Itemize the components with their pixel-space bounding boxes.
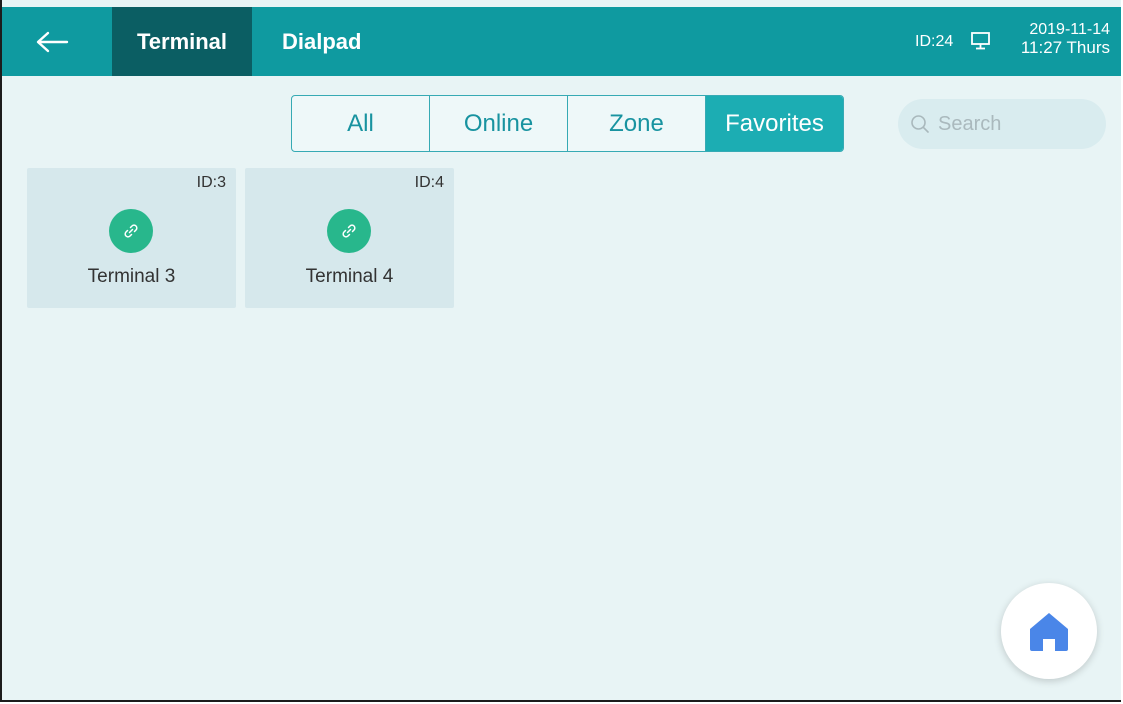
tab-dialpad[interactable]: Dialpad (262, 7, 377, 76)
search-input[interactable] (936, 111, 1100, 137)
device-id-label: ID:24 (915, 33, 954, 50)
monitor-icon (971, 32, 990, 50)
search-icon (911, 115, 929, 133)
tab-terminal[interactable]: Terminal (112, 7, 252, 76)
terminal-card[interactable]: ID:4 Terminal 4 (245, 168, 454, 308)
date-label: 2019-11-14 (1029, 21, 1110, 38)
link-icon (327, 209, 371, 253)
terminal-card[interactable]: ID:3 Terminal 3 (27, 168, 236, 308)
app-screen: Terminal Dialpad ID:24 2019-11-14 11:27 … (0, 0, 1121, 702)
filter-all[interactable]: All (292, 96, 430, 151)
home-button[interactable] (1001, 583, 1097, 679)
filter-segmented-control: All Online Zone Favorites (291, 95, 844, 152)
filter-favorites[interactable]: Favorites (706, 96, 843, 151)
date-time: 2019-11-14 11:27 Thurs (1000, 21, 1110, 57)
search-box[interactable] (898, 99, 1106, 149)
filter-online[interactable]: Online (430, 96, 568, 151)
time-label: 11:27 Thurs (1020, 38, 1110, 57)
terminal-id: ID:3 (196, 174, 226, 191)
terminal-name: Terminal 4 (305, 266, 394, 287)
header-bar: Terminal Dialpad ID:24 2019-11-14 11:27 … (2, 7, 1121, 76)
back-arrow-icon (36, 31, 69, 53)
terminal-name: Terminal 3 (87, 266, 176, 287)
terminal-id: ID:4 (414, 174, 444, 191)
link-icon (109, 209, 153, 253)
home-icon (1030, 613, 1068, 651)
filter-zone[interactable]: Zone (568, 96, 706, 151)
back-button[interactable] (24, 19, 80, 65)
